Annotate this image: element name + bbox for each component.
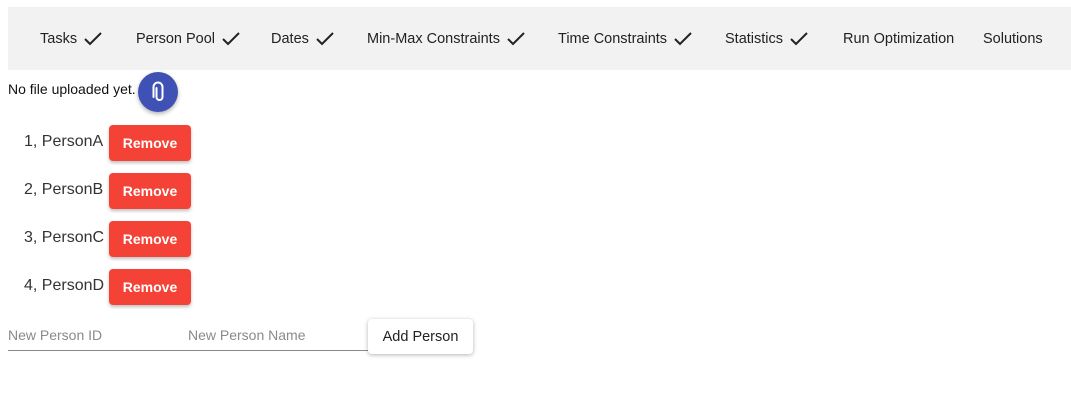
nav-item-label: Solutions	[983, 30, 1043, 47]
person-label: 3, PersonC	[24, 229, 105, 246]
nav-item-label: Statistics	[725, 30, 784, 47]
nav-item-label: Time Constraints	[558, 30, 668, 47]
person-label: 4, PersonD	[24, 277, 105, 294]
nav-item-label: Dates	[271, 30, 309, 47]
check-icon	[84, 31, 102, 45]
new-person-name-input[interactable]	[188, 320, 368, 350]
remove-person-button[interactable]: Remove	[109, 125, 191, 161]
remove-person-button[interactable]: Remove	[109, 221, 191, 257]
nav-item-label: Min-Max Constraints	[367, 30, 500, 47]
nav-item-tasks[interactable]: Tasks	[40, 7, 103, 70]
remove-person-button[interactable]: Remove	[109, 269, 191, 305]
person-label: 1, PersonA	[24, 133, 104, 150]
new-person-id-field	[8, 320, 188, 351]
nav-item-dates[interactable]: Dates	[271, 7, 335, 70]
nav-item-min-max-constraints[interactable]: Min-Max Constraints	[367, 7, 526, 70]
upload-file-button[interactable]	[138, 72, 178, 112]
check-icon	[222, 31, 240, 45]
nav-item-solutions[interactable]: Solutions	[983, 7, 1043, 70]
nav-item-run-optimization[interactable]: Run Optimization	[843, 7, 954, 70]
check-icon	[790, 31, 808, 45]
remove-person-button[interactable]: Remove	[109, 173, 191, 209]
new-person-name-field	[188, 320, 368, 351]
check-icon	[316, 31, 334, 45]
check-icon	[507, 31, 525, 45]
add-person-button[interactable]: Add Person	[368, 319, 473, 354]
nav-item-person-pool[interactable]: Person Pool	[136, 7, 241, 70]
new-person-id-input[interactable]	[8, 320, 188, 350]
check-icon	[674, 31, 692, 45]
step-nav-bar: Tasks Person Pool Dates Min-Max Constrai…	[8, 7, 1071, 70]
nav-item-label: Tasks	[40, 30, 78, 47]
paperclip-icon	[152, 81, 164, 101]
upload-status-text: No file uploaded yet.	[8, 81, 136, 97]
nav-item-label: Run Optimization	[843, 30, 955, 47]
nav-item-statistics[interactable]: Statistics	[725, 7, 809, 70]
nav-item-label: Person Pool	[136, 30, 215, 47]
nav-item-time-constraints[interactable]: Time Constraints	[558, 7, 693, 70]
person-label: 2, PersonB	[24, 181, 104, 198]
